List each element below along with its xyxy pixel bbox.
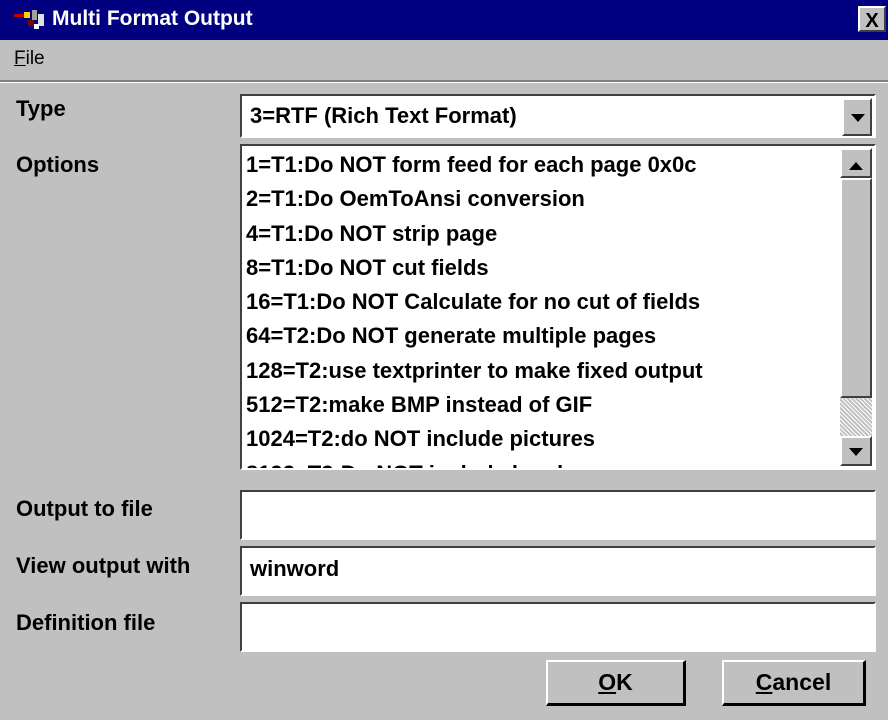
type-select[interactable]: 3=RTF (Rich Text Format) <box>240 94 876 138</box>
menu-file[interactable]: File <box>14 48 45 70</box>
view-output-input[interactable]: winword <box>240 546 876 596</box>
close-button[interactable]: X <box>858 6 886 32</box>
type-dropdown-button[interactable] <box>842 98 872 136</box>
cancel-button-label: ancel <box>772 669 832 695</box>
scroll-up-button[interactable] <box>840 148 872 178</box>
definition-file-input[interactable] <box>240 602 876 652</box>
type-label: Type <box>16 96 66 121</box>
options-scrollbar[interactable] <box>840 148 872 466</box>
menu-bar: File <box>0 44 888 74</box>
menu-file-label: ile <box>25 48 45 69</box>
options-label: Options <box>16 152 100 177</box>
list-item[interactable]: 512=T2:make BMP instead of GIF <box>246 388 703 422</box>
list-item[interactable]: 1=T1:Do NOT form feed for each page 0x0c <box>246 148 703 182</box>
scroll-down-button[interactable] <box>840 436 872 466</box>
title-bar[interactable]: Multi Format Output X <box>0 0 888 40</box>
list-item[interactable]: 128=T2:use textprinter to make fixed out… <box>246 354 703 388</box>
ok-button[interactable]: OK <box>546 660 686 706</box>
ok-button-label: K <box>616 669 633 695</box>
app-icon <box>14 10 44 29</box>
multi-format-output-dialog: Multi Format Output X File Type 3=RTF (R… <box>0 0 888 720</box>
chevron-down-icon <box>849 448 863 456</box>
list-item[interactable]: 1024=T2:do NOT include pictures <box>246 422 703 456</box>
list-item[interactable]: 8=T1:Do NOT cut fields <box>246 251 703 285</box>
options-list: 1=T1:Do NOT form feed for each page 0x0c… <box>246 148 703 468</box>
list-item[interactable]: 8192=T2:Do NOT include headers <box>246 457 703 468</box>
list-item[interactable]: 4=T1:Do NOT strip page <box>246 217 703 251</box>
chevron-down-icon <box>851 114 865 122</box>
list-item[interactable]: 16=T1:Do NOT Calculate for no cut of fie… <box>246 285 703 319</box>
view-output-label: View output with <box>16 553 191 578</box>
menu-file-accelerator: F <box>14 48 26 69</box>
cancel-button-accelerator: C <box>755 669 773 695</box>
list-item[interactable]: 2=T1:Do OemToAnsi conversion <box>246 182 703 216</box>
scroll-track[interactable] <box>840 398 872 436</box>
scroll-thumb[interactable] <box>840 178 872 398</box>
menu-divider <box>0 80 888 83</box>
definition-file-label: Definition file <box>16 610 156 635</box>
cancel-button[interactable]: Cancel <box>722 660 866 706</box>
type-select-value: 3=RTF (Rich Text Format) <box>250 103 517 128</box>
chevron-up-icon <box>849 162 863 170</box>
output-file-input[interactable] <box>240 490 876 540</box>
view-output-value: winword <box>250 556 340 581</box>
ok-button-accelerator: O <box>598 669 617 695</box>
window-title: Multi Format Output <box>52 7 253 30</box>
close-icon: X <box>865 10 879 32</box>
output-file-label: Output to file <box>16 496 153 521</box>
options-listbox[interactable]: 1=T1:Do NOT form feed for each page 0x0c… <box>240 144 876 470</box>
list-item[interactable]: 64=T2:Do NOT generate multiple pages <box>246 319 703 353</box>
